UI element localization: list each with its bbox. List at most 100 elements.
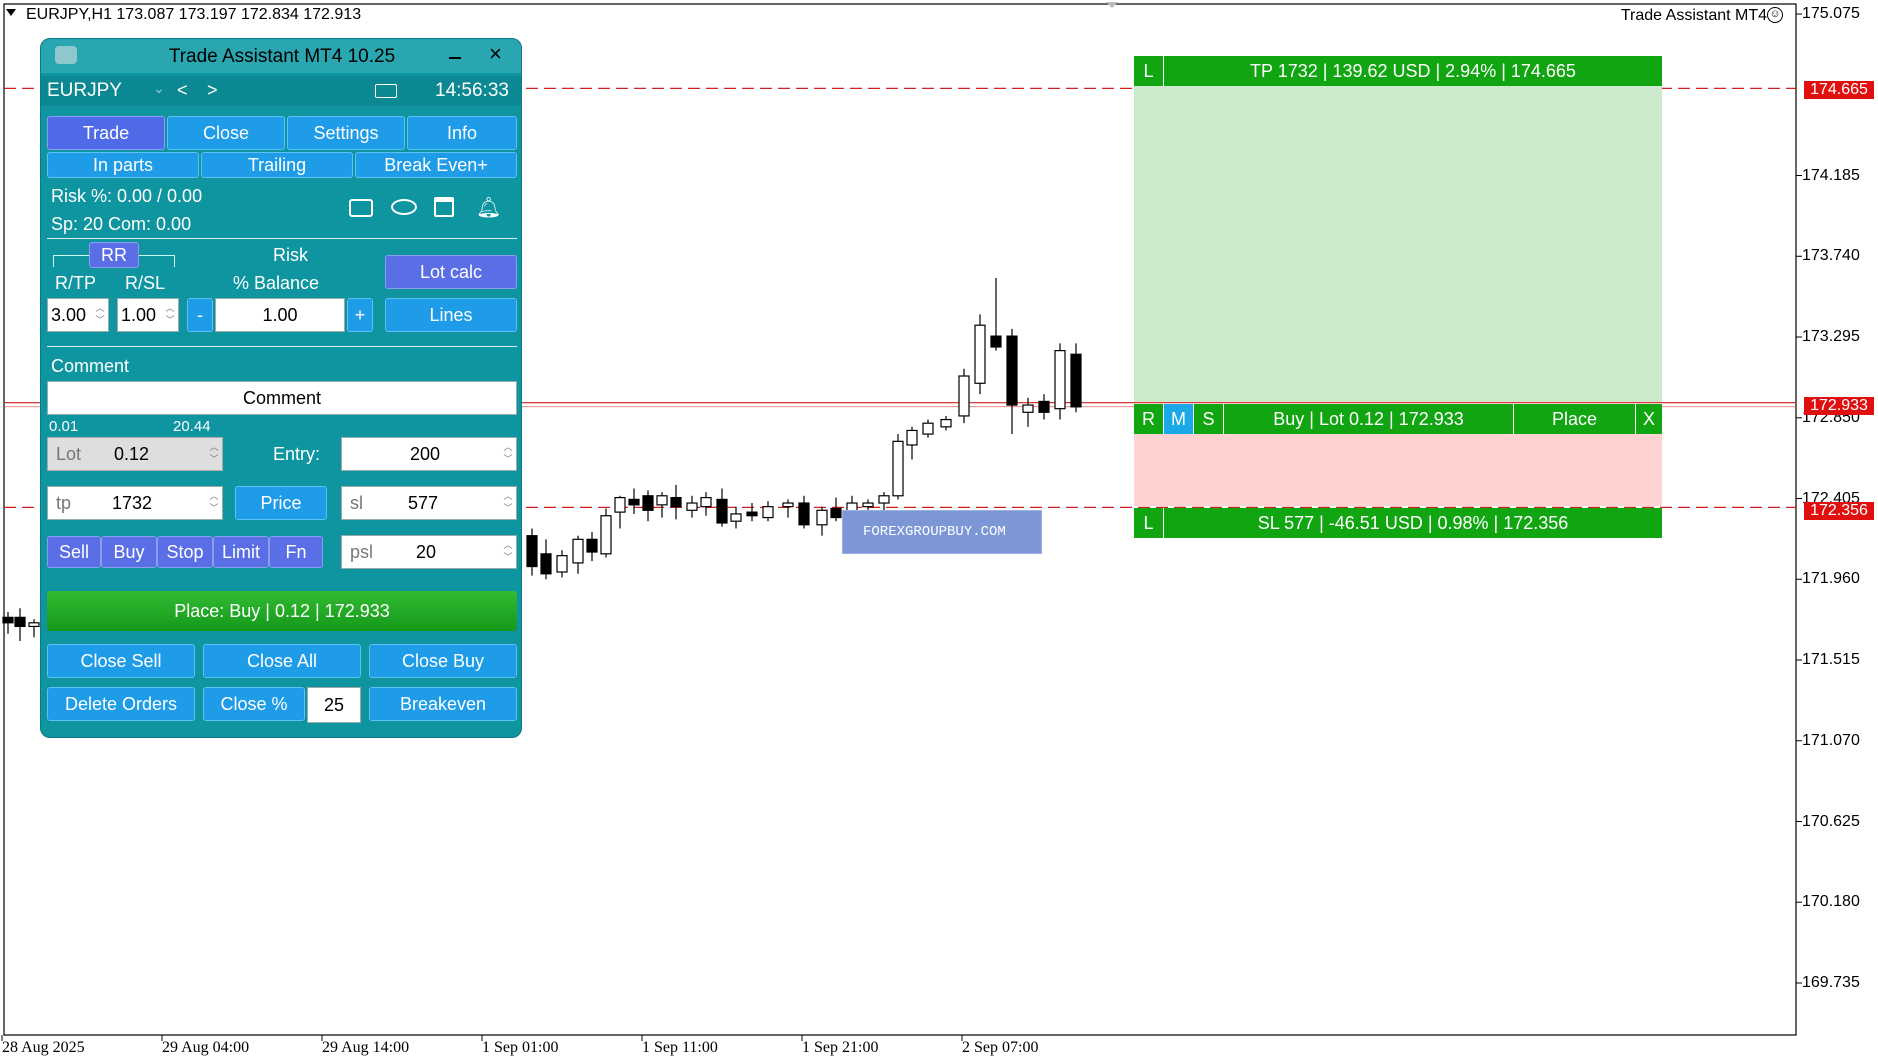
buy-type-button[interactable]: Buy [101, 536, 157, 568]
sl-lock-button[interactable]: L [1134, 508, 1164, 538]
tab-close[interactable]: Close [167, 116, 285, 150]
entry-m-button[interactable]: M [1164, 404, 1194, 434]
entry-r-button[interactable]: R [1134, 404, 1164, 434]
chevron-down-icon[interactable]: ⌄ [153, 80, 165, 97]
entry-value: 200 [410, 444, 441, 464]
risk-decrease-button[interactable]: - [187, 298, 213, 332]
place-buy-button[interactable]: Place: Buy | 0.12 | 172.933 [47, 591, 517, 631]
candle-body [922, 422, 934, 435]
close-percent-input[interactable]: 25 [307, 687, 361, 723]
candle-body [670, 496, 682, 508]
breakeven-button[interactable]: Breakeven [369, 687, 517, 721]
limit-type-button[interactable]: Limit [213, 536, 269, 568]
psl-hint: psl [350, 542, 374, 562]
price-tick-label: 169.735 [1802, 974, 1860, 991]
stop-type-button[interactable]: Stop [157, 536, 213, 568]
candle-body [1070, 353, 1082, 408]
tp-value: 1732 [112, 493, 153, 513]
candle-body [642, 495, 654, 511]
candle-body [656, 495, 668, 506]
calendar-icon[interactable] [434, 197, 454, 217]
rtp-value: 3.00 [51, 305, 87, 325]
entry-input[interactable]: 200 ︿ ﹀ [341, 437, 517, 471]
subtab-in-parts[interactable]: In parts [47, 152, 199, 178]
next-symbol-button[interactable]: > [207, 80, 218, 101]
sl-bar[interactable]: L SL 577 | -46.51 USD | 0.98% | 172.356 [1134, 508, 1662, 538]
time-tick-label: 29 Aug 14:00 [322, 1039, 410, 1056]
candle-body [940, 418, 952, 428]
candle-body [556, 555, 568, 573]
tp-input[interactable]: tp 1732 ︿ ﹀ [47, 486, 223, 520]
sl-input[interactable]: sl 577 ︿ ﹀ [341, 486, 517, 520]
close-buy-button[interactable]: Close Buy [369, 644, 517, 678]
profit-zone[interactable] [1134, 86, 1662, 402]
time-tick-label: 1 Sep 11:00 [642, 1039, 718, 1056]
subtab-trailing[interactable]: Trailing [201, 152, 353, 178]
tab-info[interactable]: Info [407, 116, 517, 150]
candle-body [798, 502, 810, 526]
candle-body [990, 335, 1002, 348]
subtab-break-even[interactable]: Break Even+ [355, 152, 517, 178]
risk-input[interactable]: 1.00 [215, 298, 345, 332]
entry-info: Buy | Lot 0.12 | 172.933 [1224, 404, 1514, 434]
price-tick-label: 173.295 [1802, 328, 1860, 345]
rr-button[interactable]: RR [89, 242, 139, 268]
risk-label: Risk [273, 245, 308, 265]
candle-body [782, 502, 794, 508]
tab-settings[interactable]: Settings [287, 116, 405, 150]
candle-body [974, 324, 986, 384]
candle-body [540, 553, 552, 575]
entry-bar[interactable]: R M S Buy | Lot 0.12 | 172.933 Place X [1134, 404, 1662, 434]
price-tick-label: 171.070 [1802, 731, 1860, 749]
rtp-input[interactable]: 3.00 ︿ ﹀ [47, 298, 109, 332]
bell-icon[interactable]: 🔔︎ [476, 195, 501, 220]
tp-lock-button[interactable]: L [1134, 56, 1164, 86]
risk-increase-button[interactable]: + [347, 298, 373, 332]
lot-calc-button[interactable]: Lot calc [385, 255, 517, 289]
loss-zone[interactable] [1134, 432, 1662, 506]
close-all-button[interactable]: Close All [203, 644, 361, 678]
price-tick-label: 170.625 [1802, 812, 1860, 830]
trade-assistant-panel[interactable]: Trade Assistant MT4 10.25 × EURJPY ⌄ < >… [40, 38, 522, 738]
delete-orders-button[interactable]: Delete Orders [47, 687, 195, 721]
rtp-label: R/TP [55, 273, 97, 293]
tab-trade[interactable]: Trade [47, 116, 165, 150]
chart-menu-arrow-icon[interactable] [6, 9, 16, 16]
time-tick-label: 1 Sep 01:00 [482, 1039, 559, 1056]
candle-body [816, 509, 828, 526]
eye-icon[interactable] [391, 199, 417, 215]
lines-button[interactable]: Lines [385, 298, 517, 332]
candle-body [600, 515, 612, 555]
comment-input[interactable]: Comment [47, 381, 517, 415]
price-button[interactable]: Price [235, 486, 327, 520]
divider [47, 238, 517, 239]
candle-body [28, 622, 40, 628]
prev-symbol-button[interactable]: < [177, 80, 188, 101]
candle-body [586, 538, 598, 553]
smiley-icon[interactable]: ☺ [1767, 7, 1783, 23]
candle-body [862, 502, 874, 508]
fn-type-button[interactable]: Fn [269, 536, 323, 568]
place-order-button[interactable]: Place [1514, 404, 1636, 434]
lot-input[interactable]: Lot 0.12 ︿ ﹀ [47, 437, 223, 471]
candle-body [1054, 350, 1066, 410]
close-percent-button[interactable]: Close % [203, 687, 305, 721]
close-icon[interactable]: × [489, 41, 502, 67]
rsl-input[interactable]: 1.00 ︿ ﹀ [117, 298, 179, 332]
close-sell-button[interactable]: Close Sell [47, 644, 195, 678]
symbol-select[interactable]: EURJPY [47, 80, 122, 102]
expert-advisor-name: Trade Assistant MT4 [1620, 7, 1767, 24]
candle-body [878, 495, 890, 504]
close-position-tool-button[interactable]: X [1636, 404, 1662, 434]
folder-icon[interactable] [375, 84, 397, 98]
entry-s-button[interactable]: S [1194, 404, 1224, 434]
price-tick-label: 175.075 [1802, 5, 1860, 22]
candle-body [700, 496, 712, 508]
entry-label: Entry: [273, 444, 321, 464]
screenshot-icon[interactable] [349, 199, 373, 217]
minimize-icon[interactable] [449, 57, 461, 59]
tp-bar[interactable]: L TP 1732 | 139.62 USD | 2.94% | 174.665 [1134, 56, 1662, 86]
sell-type-button[interactable]: Sell [47, 536, 101, 568]
time-tick-label: 28 Aug 2025 [2, 1039, 85, 1056]
psl-input[interactable]: psl 20 ︿ ﹀ [341, 535, 517, 569]
